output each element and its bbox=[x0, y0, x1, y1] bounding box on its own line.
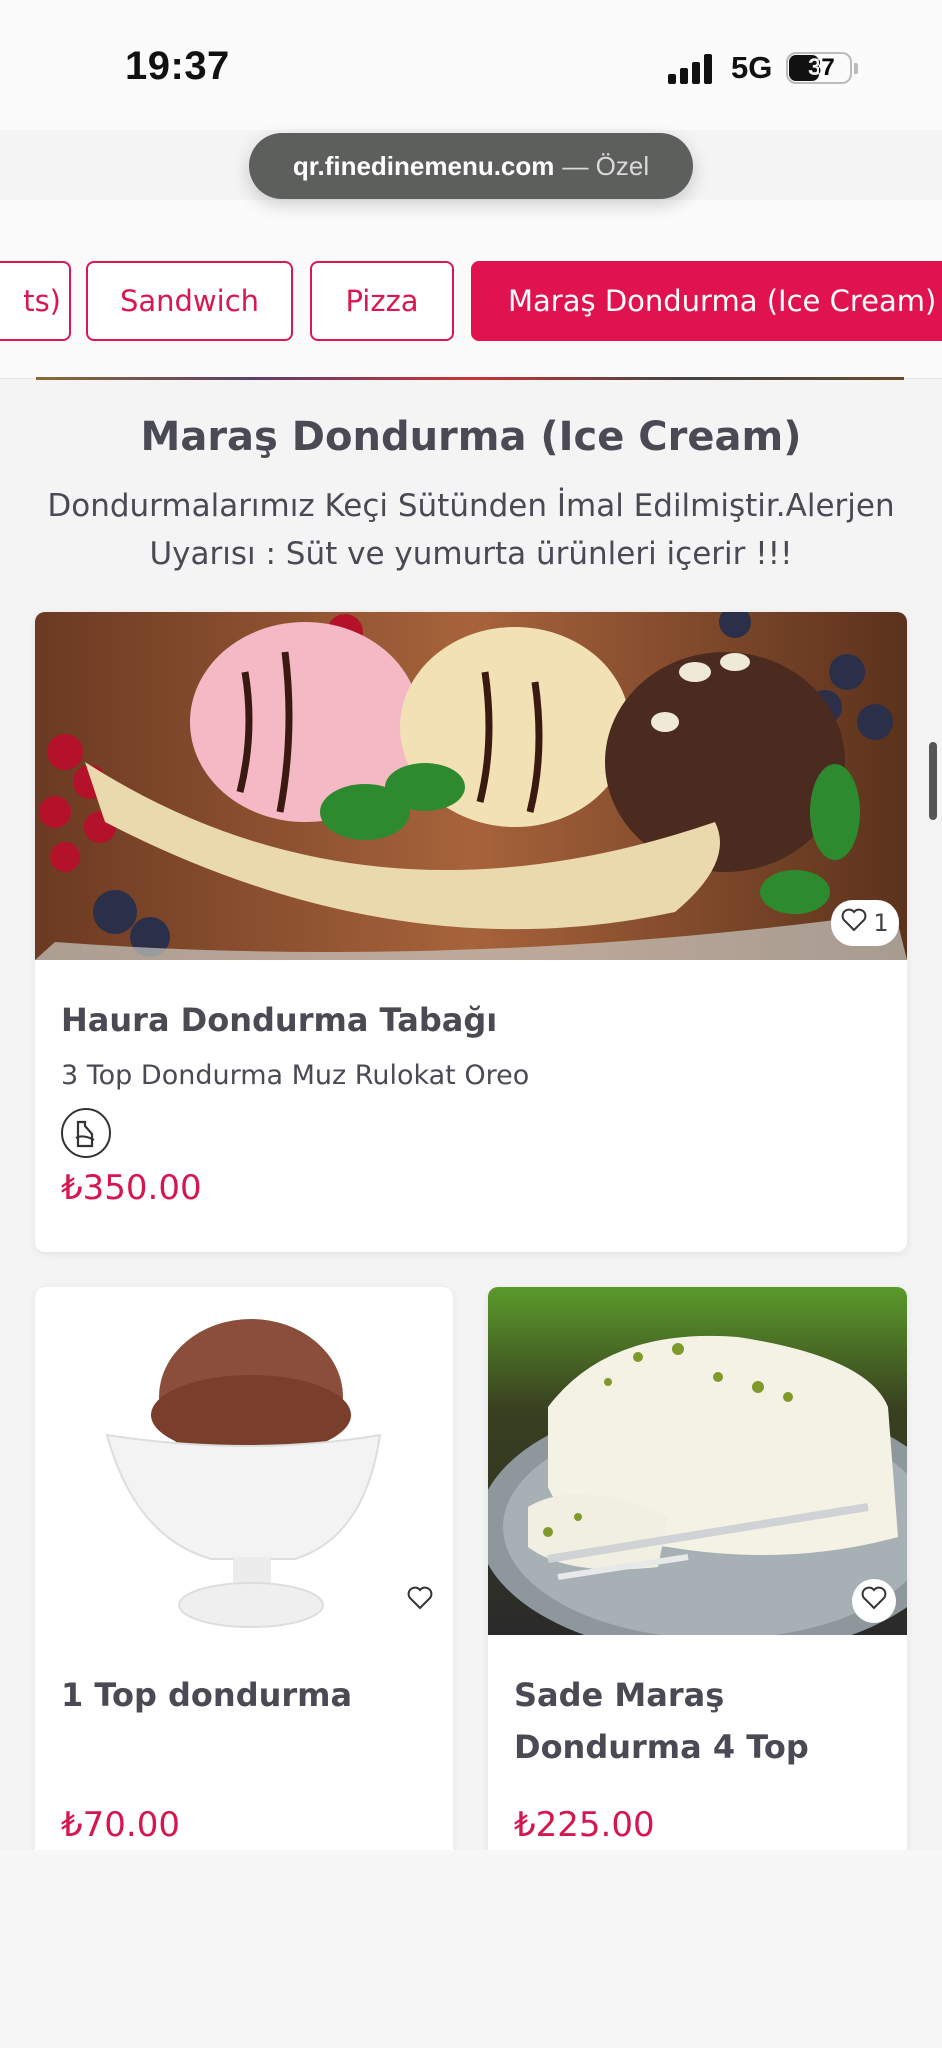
item-price: ₺225.00 bbox=[514, 1805, 655, 1845]
url-bar[interactable]: qr.finedinemenu.com — Özel bbox=[249, 133, 693, 199]
favorite-count: 1 bbox=[873, 909, 889, 937]
item-name: 1 Top dondurma bbox=[61, 1676, 353, 1714]
network-label: 5G bbox=[731, 50, 773, 85]
tab-previous-category[interactable]: ts) bbox=[0, 261, 71, 341]
section-title: Maraş Dondurma (Ice Cream) bbox=[140, 414, 802, 460]
battery-level: 37 bbox=[808, 54, 835, 81]
status-bar: 19:37 5G 37 bbox=[0, 0, 942, 130]
heart-icon bbox=[861, 1586, 887, 1616]
menu-item-card[interactable]: 1 Top dondurma ₺70.00 bbox=[35, 1287, 453, 1907]
item-name: Haura Dondurma Tabağı bbox=[61, 1001, 498, 1039]
tab-sandwich[interactable]: Sandwich bbox=[86, 261, 293, 341]
tab-label: Pizza bbox=[345, 284, 419, 318]
menu-item-card[interactable]: 1 Haura Dondurma Tabağı 3 Top Dondurma M… bbox=[35, 612, 907, 1252]
previous-section-image-edge bbox=[36, 377, 904, 380]
url-host: qr.finedinemenu.com bbox=[292, 150, 555, 181]
item-price: ₺350.00 bbox=[61, 1168, 202, 1208]
tab-label: Maraş Dondurma (Ice Cream) bbox=[508, 284, 937, 318]
heart-icon bbox=[407, 1586, 433, 1616]
menu-item-card[interactable]: Sade Maraş Dondurma 4 Top ₺225.00 bbox=[488, 1287, 907, 1907]
tab-pizza[interactable]: Pizza bbox=[310, 261, 454, 341]
section-description: Dondurmalarımız Keçi Sütünden İmal Edilm… bbox=[47, 488, 895, 572]
browsing-mode: — Özel bbox=[562, 150, 650, 181]
browser-bottom-area bbox=[0, 1850, 942, 2048]
status-time: 19:37 bbox=[125, 44, 230, 88]
item-image-single-scoop bbox=[35, 1287, 453, 1635]
item-image-maras-dondurma bbox=[488, 1287, 907, 1635]
favorite-button[interactable]: 1 bbox=[831, 900, 899, 946]
tab-label: ts) bbox=[23, 284, 61, 318]
tab-maras-dondurma[interactable]: Maraş Dondurma (Ice Cream) bbox=[471, 261, 942, 341]
item-image-banana-split bbox=[35, 612, 907, 960]
milk-allergen-icon bbox=[61, 1108, 111, 1158]
heart-icon bbox=[841, 908, 867, 938]
favorite-button[interactable] bbox=[398, 1579, 442, 1623]
scrollbar[interactable] bbox=[929, 742, 937, 820]
item-price: ₺70.00 bbox=[61, 1805, 180, 1845]
tab-label: Sandwich bbox=[119, 284, 260, 318]
signal-icon bbox=[668, 54, 718, 84]
battery-icon: 37 bbox=[786, 52, 858, 84]
favorite-button[interactable] bbox=[852, 1579, 896, 1623]
item-description: 3 Top Dondurma Muz Rulokat Oreo bbox=[61, 1060, 530, 1091]
item-name: Sade Maraş Dondurma 4 Top bbox=[514, 1676, 809, 1766]
